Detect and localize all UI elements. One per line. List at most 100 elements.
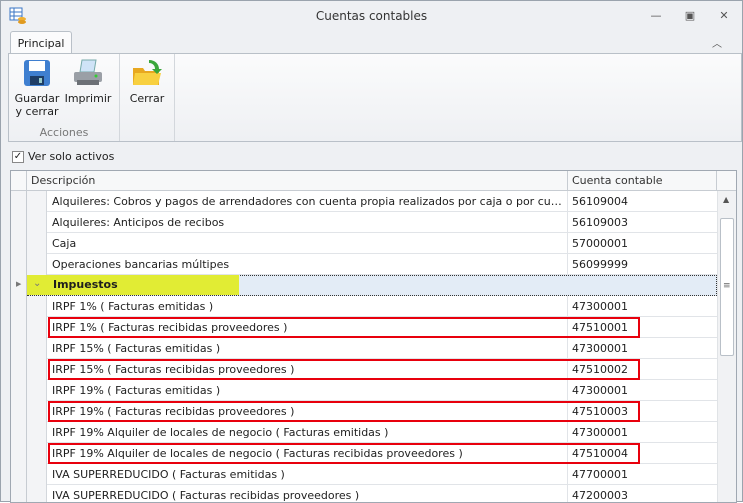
minimize-button[interactable]: — xyxy=(646,7,666,23)
row-indicator xyxy=(11,212,27,233)
close-document-button[interactable]: Cerrar xyxy=(125,58,169,105)
table-row[interactable]: Caja 57000001 xyxy=(11,233,717,254)
row-indent xyxy=(27,485,47,502)
save-close-label-2: y cerrar xyxy=(15,105,59,118)
scrollbar-thumb[interactable]: ≡ xyxy=(720,218,734,356)
cell-account: 56109004 xyxy=(572,195,628,208)
cell-description: IRPF 1% ( Facturas recibidas proveedores… xyxy=(47,317,568,338)
grid-header: Descripción Cuenta contable xyxy=(11,171,736,191)
folder-arrow-icon xyxy=(133,60,162,85)
vertical-scrollbar[interactable]: ▲ ≡ xyxy=(717,191,736,502)
cell-description: Alquileres: Anticipos de recibos xyxy=(47,212,568,233)
row-indicator xyxy=(11,359,27,380)
table-row[interactable]: Alquileres: Cobros y pagos de arrendador… xyxy=(11,191,717,212)
cell-account: 47300001 xyxy=(572,342,628,355)
group-label: Acciones xyxy=(39,126,89,139)
active-only-checkbox[interactable]: ✓ Ver solo activos xyxy=(12,150,114,163)
row-indent xyxy=(27,212,47,233)
app-table-icon xyxy=(9,7,26,24)
cell-description: IRPF 19% ( Facturas recibidas proveedore… xyxy=(47,401,568,422)
table-row[interactable]: Alquileres: Anticipos de recibos 56109003 xyxy=(11,212,717,233)
row-indicator xyxy=(11,317,27,338)
title-bar: Cuentas contables — ▣ ✕ xyxy=(1,1,742,31)
grip-icon: ≡ xyxy=(723,281,731,291)
cell-account: 47200003 xyxy=(572,489,628,502)
save-close-label-1: Guardar xyxy=(14,92,60,105)
cell-account: 47510003 xyxy=(572,405,628,418)
close-button[interactable]: ✕ xyxy=(714,7,734,23)
checkbox-checked-icon[interactable]: ✓ xyxy=(12,150,24,163)
cell-description: Caja xyxy=(47,233,568,254)
ribbon-group-close: Cerrar xyxy=(120,54,175,141)
table-row[interactable]: IRPF 15% ( Facturas recibidas proveedore… xyxy=(11,359,717,380)
table-row[interactable]: IRPF 1% ( Facturas emitidas ) 47300001 xyxy=(11,296,717,317)
cell-description: IVA SUPERREDUCIDO ( Facturas emitidas ) xyxy=(47,464,568,485)
row-indicator: ▶ xyxy=(11,275,27,296)
cell-account: 47510004 xyxy=(572,447,628,460)
close-label: Cerrar xyxy=(129,92,165,105)
row-indicator xyxy=(11,338,27,359)
window: Cuentas contables — ▣ ✕ Principal ︿ Guar… xyxy=(0,0,743,503)
cell-description: IRPF 1% ( Facturas emitidas ) xyxy=(47,296,568,317)
printer-icon xyxy=(74,59,102,85)
cell-account: 47510001 xyxy=(572,321,628,334)
cell-description: Alquileres: Cobros y pagos de arrendador… xyxy=(47,191,568,212)
row-indent xyxy=(27,338,47,359)
row-indicator xyxy=(11,233,27,254)
cell-account: 56109003 xyxy=(572,216,628,229)
row-indicator xyxy=(11,485,27,502)
cell-account: 47510002 xyxy=(572,363,628,376)
cell-description: IRPF 15% ( Facturas recibidas proveedore… xyxy=(47,359,568,380)
tab-principal[interactable]: Principal xyxy=(10,31,72,54)
table-row[interactable]: IVA SUPERREDUCIDO ( Facturas recibidas p… xyxy=(11,485,717,502)
window-title: Cuentas contables xyxy=(315,9,428,23)
current-row-arrow-icon: ▶ xyxy=(16,280,22,288)
row-indicator xyxy=(11,443,27,464)
column-header-description[interactable]: Descripción xyxy=(27,171,568,191)
maximize-button[interactable]: ▣ xyxy=(680,7,700,23)
cell-account: 57000001 xyxy=(572,237,628,250)
table-row[interactable]: IRPF 15% ( Facturas emitidas ) 47300001 xyxy=(11,338,717,359)
cell-account: 47300001 xyxy=(572,300,628,313)
row-indent xyxy=(27,359,47,380)
save-close-button[interactable]: Guardar y cerrar xyxy=(14,58,60,118)
floppy-disk-icon xyxy=(24,60,50,86)
row-indent xyxy=(27,464,47,485)
cell-account: 47700001 xyxy=(572,468,628,481)
row-indent xyxy=(27,317,47,338)
table-row[interactable]: IRPF 19% ( Facturas emitidas ) 47300001 xyxy=(11,380,717,401)
row-indent xyxy=(27,380,47,401)
print-button[interactable]: Imprimir xyxy=(65,58,111,105)
row-indicator xyxy=(11,380,27,401)
cell-description: Operaciones bancarias múltipes xyxy=(47,254,568,275)
chevron-down-icon[interactable]: ⌄ xyxy=(33,278,41,289)
cell-account: 47300001 xyxy=(572,426,628,439)
cell-description: IRPF 19% ( Facturas emitidas ) xyxy=(47,380,568,401)
table-row[interactable]: IRPF 19% ( Facturas recibidas proveedore… xyxy=(11,401,717,422)
row-indent xyxy=(27,443,47,464)
table-row[interactable]: IRPF 19% Alquiler de locales de negocio … xyxy=(11,422,717,443)
row-indent xyxy=(27,422,47,443)
row-indicator xyxy=(11,422,27,443)
print-label: Imprimir xyxy=(64,92,112,105)
group-label: Impuestos xyxy=(27,275,239,295)
row-indent xyxy=(27,233,47,254)
header-indicator xyxy=(11,171,27,191)
row-indent xyxy=(27,296,47,317)
row-indent xyxy=(27,191,47,212)
table-row[interactable]: IVA SUPERREDUCIDO ( Facturas emitidas ) 4… xyxy=(11,464,717,485)
ribbon-group-acciones: Guardar y cerrar Imprimir Acciones xyxy=(9,54,120,141)
group-row-impuestos[interactable]: ▶ Impuestos ⌄ xyxy=(11,275,717,296)
accounts-grid: Descripción Cuenta contable Alquileres: … xyxy=(10,170,737,503)
cell-description: IRPF 15% ( Facturas emitidas ) xyxy=(47,338,568,359)
cell-description: IRPF 19% Alquiler de locales de negocio … xyxy=(47,443,568,464)
table-row[interactable]: IRPF 19% Alquiler de locales de negocio … xyxy=(11,443,717,464)
row-indicator xyxy=(11,401,27,422)
table-row[interactable]: Operaciones bancarias múltipes 56099999 xyxy=(11,254,717,275)
active-only-label: Ver solo activos xyxy=(28,150,115,163)
collapse-ribbon-icon[interactable]: ︿ xyxy=(712,35,722,50)
scroll-up-icon[interactable]: ▲ xyxy=(723,195,729,204)
table-row[interactable]: IRPF 1% ( Facturas recibidas proveedores… xyxy=(11,317,717,338)
column-header-account[interactable]: Cuenta contable xyxy=(568,171,717,191)
cell-description: IVA SUPERREDUCIDO ( Facturas recibidas p… xyxy=(47,485,568,502)
